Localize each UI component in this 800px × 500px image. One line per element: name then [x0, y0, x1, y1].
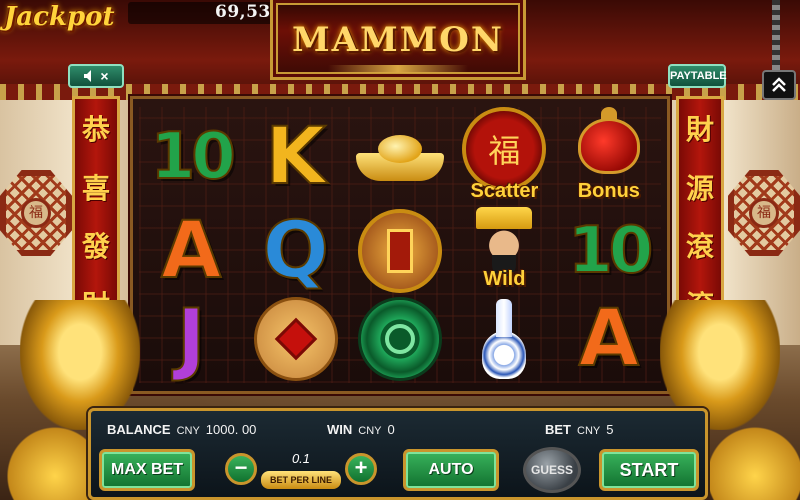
title-plaque: MAMMON [270, 0, 526, 80]
right-gold-pile [700, 420, 800, 500]
gold-ingot-icon [355, 133, 444, 181]
couplet-char: 發 [81, 230, 110, 264]
reel-cell-r3c1: J [139, 294, 244, 384]
wild-label: Wild [483, 268, 526, 290]
win-value: 0 [387, 421, 395, 437]
sound-toggle-button[interactable]: × [68, 64, 124, 88]
reel-cell-r3c5: A [556, 294, 661, 384]
reel-cell-r3c2 [243, 295, 348, 383]
decrease-bet-button[interactable]: − [225, 453, 257, 485]
bet-label: BET [545, 421, 571, 437]
lucky-knot-icon [253, 297, 338, 381]
reel-window: 10 K 福 Scatter Bonus A Q Wild 10 J A [130, 96, 670, 394]
guess-button[interactable]: GUESS [523, 447, 581, 493]
scatter-label: Scatter [470, 180, 539, 202]
symbol-ace: A [160, 206, 222, 296]
speaker-icon [84, 70, 92, 82]
title-ornament [328, 65, 468, 73]
reel-cell-r2c4: Wild [452, 207, 557, 295]
reel-cell-r1c3 [347, 107, 453, 207]
symbol-queen: Q [261, 206, 329, 296]
reel-grid: 10 K 福 Scatter Bonus A Q Wild 10 J A [139, 107, 661, 383]
symbol-jack: J [176, 294, 207, 384]
window-glyph: 福 [749, 198, 779, 228]
reel-cell-r3c4 [452, 295, 557, 383]
bonus-pot-icon [577, 107, 640, 174]
reel-cell-r2c3 [347, 207, 453, 295]
jade-disc-icon [357, 297, 442, 381]
bet-per-line-control: − 0.1 BET PER LINE + [221, 449, 381, 493]
info-bar: BALANCE CNY 1000. 00 WIN CNY 0 BET CNY 5 [97, 417, 699, 441]
symbol-ace: A [578, 294, 640, 384]
symbol-ten: 10 [150, 120, 237, 194]
couplet-char: 恭 [81, 113, 110, 147]
bet-per-line-value: 0.1 [291, 451, 311, 466]
reel-cell-r2c1: A [139, 206, 244, 296]
jackpot-label: Jackpot [4, 2, 115, 32]
symbol-king: K [264, 112, 326, 202]
lantern-icon [357, 209, 442, 293]
reel-cell-r1c5: Bonus [556, 107, 661, 207]
win-label: WIN [327, 421, 353, 437]
auto-spin-button[interactable]: AUTO [403, 449, 499, 491]
bonus-label: Bonus [577, 180, 640, 202]
bet-per-line-label: BET PER LINE [261, 471, 341, 489]
reel-cell-r2c2: Q [243, 206, 348, 296]
god-of-wealth-icon [474, 207, 535, 277]
mute-mark: × [100, 68, 109, 84]
chain-decoration [772, 0, 780, 70]
reel-cell-r1c4: 福 Scatter [452, 107, 557, 207]
game-title: MAMMON [292, 20, 504, 60]
scatter-icon: 福 [462, 107, 547, 191]
balance-value: 1000. 00 [205, 421, 257, 437]
bet-value: 5 [606, 421, 614, 437]
win-currency: CNY [358, 424, 382, 437]
balance-currency: CNY [176, 424, 200, 437]
collapse-menu-button[interactable] [762, 70, 796, 100]
chevron-double-up-icon [772, 77, 786, 92]
start-spin-button[interactable]: START [599, 449, 699, 491]
couplet-char: 喜 [81, 171, 110, 205]
balance-display: BALANCE CNY 1000. 00 [107, 422, 256, 437]
reel-cell-r1c1: 10 [139, 107, 244, 207]
symbol-ten: 10 [567, 214, 654, 288]
couplet-char: 源 [685, 171, 714, 205]
bet-currency: CNY [577, 424, 601, 437]
reel-cell-r3c3 [347, 295, 453, 383]
bet-display: BET CNY 5 [545, 422, 613, 437]
max-bet-button[interactable]: MAX BET [99, 449, 195, 491]
window-glyph: 福 [21, 198, 51, 228]
couplet-char: 滾 [685, 230, 714, 264]
win-display: WIN CNY 0 [327, 422, 395, 437]
porcelain-vase-icon [478, 299, 530, 379]
balance-label: BALANCE [107, 421, 171, 437]
control-panel: BALANCE CNY 1000. 00 WIN CNY 0 BET CNY 5… [88, 408, 708, 500]
paytable-button[interactable]: PAYTABLE [668, 64, 727, 88]
couplet-char: 財 [685, 113, 714, 147]
reel-cell-r2c5: 10 [556, 207, 661, 295]
reel-cell-r1c2: K [243, 107, 348, 207]
increase-bet-button[interactable]: + [345, 453, 377, 485]
fortune-glyph: 福 [488, 132, 521, 170]
